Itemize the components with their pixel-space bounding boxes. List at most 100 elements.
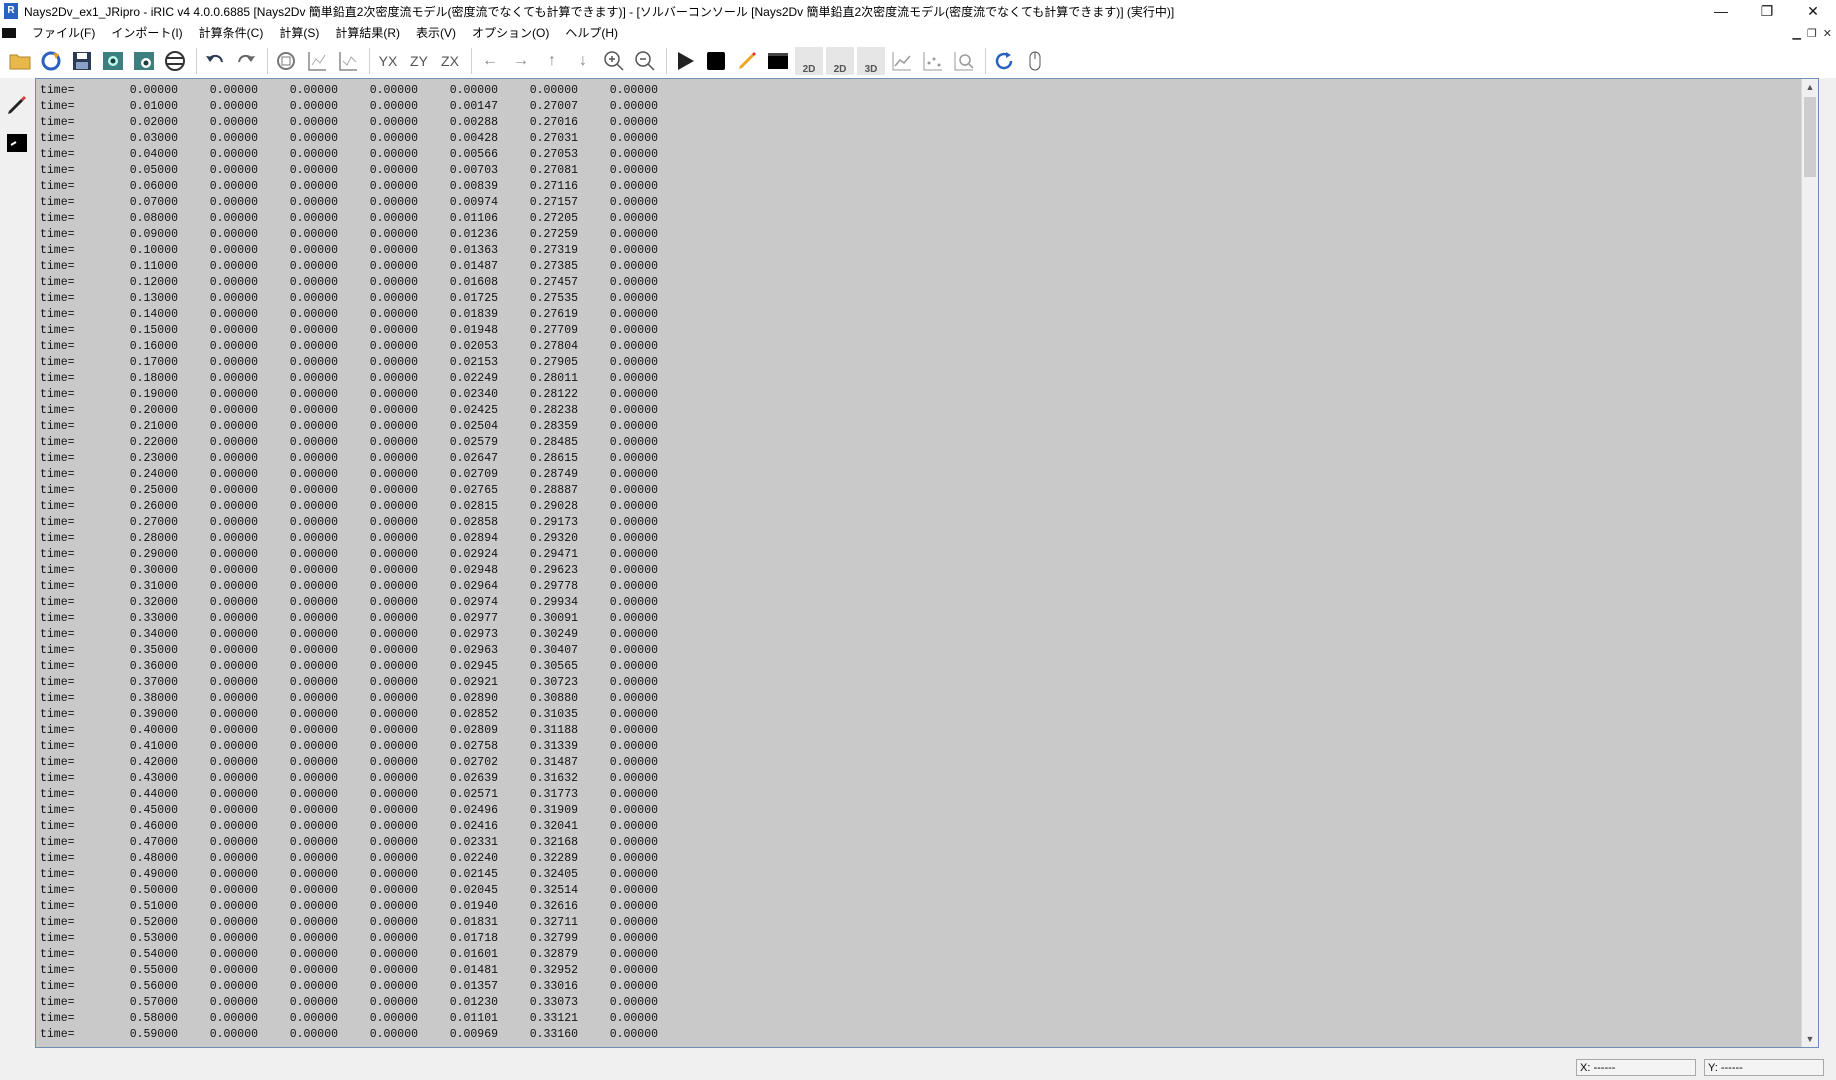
mouse-icon[interactable] — [1021, 47, 1049, 75]
console-value: 0.36000 — [129, 660, 178, 673]
console-label: time= — [40, 932, 75, 945]
redo-icon[interactable] — [232, 47, 260, 75]
graph-icon[interactable] — [888, 47, 916, 75]
console-value: 0.32514 — [529, 884, 578, 897]
console-label: time= — [40, 420, 75, 433]
zoom-in-icon[interactable] — [600, 47, 628, 75]
zoom-out-icon[interactable] — [631, 47, 659, 75]
console-value: 0.00000 — [209, 388, 258, 401]
console-value: 0.22000 — [129, 436, 178, 449]
minimize-button[interactable]: — — [1698, 0, 1744, 22]
console-line: time= 0.15000 0.00000 0.00000 0.00000 0.01948… — [40, 323, 658, 339]
console-value: 0.00000 — [369, 692, 418, 705]
console-label: time= — [40, 516, 75, 529]
solver-console[interactable]: time= 0.00000 0.00000 0.00000 0.00000 0.00000… — [35, 78, 1819, 1048]
console-line: time= 0.32000 0.00000 0.00000 0.00000 0.02974… — [40, 595, 658, 611]
console-value: 0.00000 — [289, 612, 338, 625]
console-line: time= 0.19000 0.00000 0.00000 0.00000 0.02340… — [40, 387, 658, 403]
console-value: 0.00000 — [209, 132, 258, 145]
scroll-up-icon[interactable]: ▲ — [1802, 79, 1818, 95]
arrow-down-icon[interactable]: ↓ — [569, 47, 597, 75]
close-button[interactable]: ✕ — [1790, 0, 1836, 22]
zoom-fit-icon[interactable] — [950, 47, 978, 75]
console-value: 0.00000 — [609, 180, 658, 193]
menu-help[interactable]: ヘルプ(H) — [557, 22, 626, 44]
axis-zx-icon[interactable]: ZX — [436, 47, 464, 75]
system-menu-icon[interactable] — [2, 28, 16, 38]
save-icon[interactable] — [68, 47, 96, 75]
post-3d-icon[interactable]: 3D — [857, 47, 885, 75]
mdi-close-icon[interactable]: ✕ — [1823, 27, 1832, 40]
console-value: 0.48000 — [129, 852, 178, 865]
console-value: 0.00000 — [209, 84, 258, 97]
snapshot-icon[interactable] — [130, 47, 158, 75]
console-value: 0.00000 — [609, 132, 658, 145]
restore-button[interactable]: ❐ — [1744, 0, 1790, 22]
arrow-left-icon[interactable]: ← — [476, 47, 504, 75]
undo-icon[interactable] — [201, 47, 229, 75]
console-value: 0.19000 — [129, 388, 178, 401]
no-entry-icon[interactable] — [161, 47, 189, 75]
console-label: time= — [40, 772, 75, 785]
console-value: 0.00000 — [209, 340, 258, 353]
post-2d-icon[interactable]: 2D — [795, 47, 823, 75]
console-label: time= — [40, 532, 75, 545]
console-value: 0.27007 — [529, 100, 578, 113]
console-value: 0.00000 — [609, 724, 658, 737]
console-value: 0.02964 — [449, 580, 498, 593]
scroll-down-icon[interactable]: ▼ — [1802, 1031, 1818, 1047]
arrow-up-icon[interactable]: ↑ — [538, 47, 566, 75]
chart-xy-icon[interactable] — [334, 47, 362, 75]
console-label: time= — [40, 292, 75, 305]
console-value: 0.00000 — [209, 436, 258, 449]
mdi-minimize-icon[interactable]: ▁ — [1792, 27, 1800, 40]
menu-import[interactable]: インポート(I) — [103, 22, 190, 44]
menu-option[interactable]: オプション(O) — [464, 22, 557, 44]
console-value: 0.29934 — [529, 596, 578, 609]
console-value: 0.00000 — [609, 116, 658, 129]
console-value: 0.00000 — [529, 84, 578, 97]
menu-calc-condition[interactable]: 計算条件(C) — [191, 22, 272, 44]
console-line: time= 0.12000 0.00000 0.00000 0.00000 0.01608… — [40, 275, 658, 291]
select-icon[interactable] — [272, 47, 300, 75]
vertical-scrollbar[interactable]: ▲ ▼ — [1801, 79, 1818, 1047]
arrow-right-icon[interactable]: → — [507, 47, 535, 75]
console-value: 0.55000 — [129, 964, 178, 977]
console-value: 0.02963 — [449, 644, 498, 657]
edit-pencil-icon[interactable] — [4, 92, 30, 118]
menu-view[interactable]: 表示(V) — [408, 22, 464, 44]
terminal-icon[interactable] — [4, 130, 30, 156]
console-value: 0.02858 — [449, 516, 498, 529]
scatter-icon[interactable] — [919, 47, 947, 75]
axis-yx-icon[interactable]: YX — [374, 47, 402, 75]
console-value: 0.01363 — [449, 244, 498, 257]
console-label: time= — [40, 340, 75, 353]
run-icon[interactable] — [671, 47, 699, 75]
console-value: 0.02000 — [129, 116, 178, 129]
menu-file[interactable]: ファイル(F) — [24, 22, 103, 44]
console-value: 0.57000 — [129, 996, 178, 1009]
console-value: 0.00000 — [209, 948, 258, 961]
menu-calc-result[interactable]: 計算結果(R) — [327, 22, 408, 44]
console-label: time= — [40, 468, 75, 481]
console-value: 0.32405 — [529, 868, 578, 881]
stop-icon[interactable] — [702, 47, 730, 75]
chart-x-icon[interactable] — [303, 47, 331, 75]
console-label: time= — [40, 692, 75, 705]
console-value: 0.30091 — [529, 612, 578, 625]
reload-icon[interactable] — [37, 47, 65, 75]
console-value: 0.02973 — [449, 628, 498, 641]
console-icon[interactable] — [764, 47, 792, 75]
main-toolbar: YX ZY ZX ← → ↑ ↓ 2D 2D 3D — [0, 44, 1836, 78]
camera-icon[interactable] — [99, 47, 127, 75]
menu-simulation[interactable]: 計算(S) — [271, 22, 327, 44]
refresh-icon[interactable] — [990, 47, 1018, 75]
mdi-restore-icon[interactable]: ❐ — [1807, 27, 1817, 40]
post-2d-alt-icon[interactable]: 2D — [826, 47, 854, 75]
axis-zy-icon[interactable]: ZY — [405, 47, 433, 75]
scrollbar-thumb[interactable] — [1804, 97, 1816, 177]
open-folder-icon[interactable] — [6, 47, 34, 75]
mdi-controls: ▁ ❐ ✕ — [1792, 22, 1832, 44]
pencil-icon[interactable] — [733, 47, 761, 75]
console-value: 0.02240 — [449, 852, 498, 865]
